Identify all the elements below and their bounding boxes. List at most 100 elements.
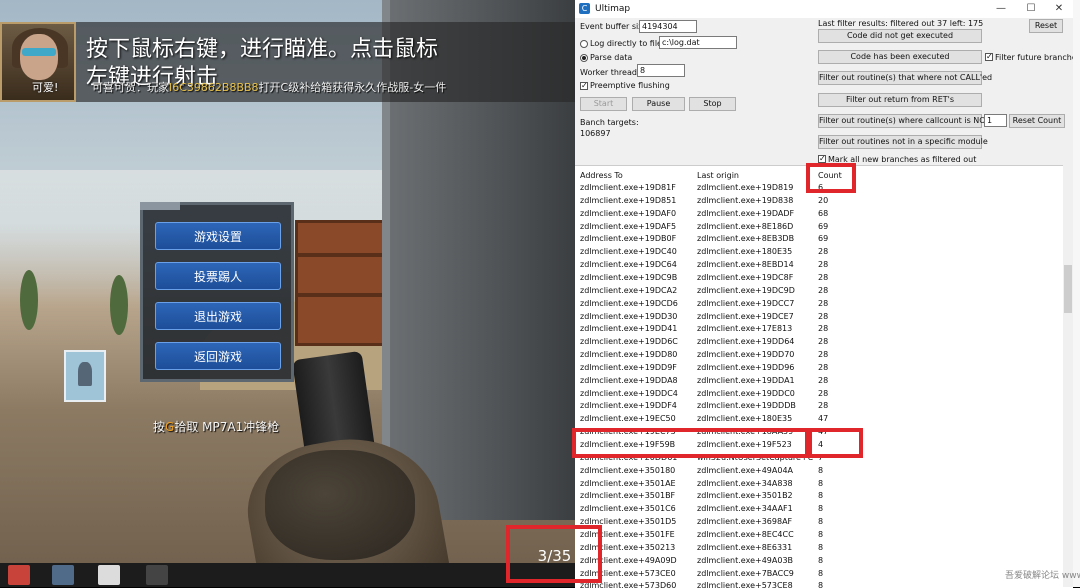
table-row[interactable]: zdlmclient.exe+573CE0 zdlmclient.exe+7BAC… xyxy=(575,568,1063,580)
worker-threads-field[interactable]: 8 xyxy=(637,64,685,77)
filter-callcount-button[interactable]: Filter out routine(s) where callcount is… xyxy=(818,114,990,128)
vote-kick-button[interactable]: 投票踢人 xyxy=(155,262,281,290)
vertical-scrollbar[interactable] xyxy=(1063,165,1073,587)
address-cell: zdlmclient.exe+19DC9B xyxy=(580,272,678,282)
address-cell: zdlmclient.exe+3501AE xyxy=(580,478,676,488)
table-row[interactable]: zdlmclient.exe+19DD80 zdlmclient.exe+19DD… xyxy=(575,349,1063,361)
filter-module-button[interactable]: Filter out routines not in a specific mo… xyxy=(818,135,988,149)
table-row[interactable]: zdlmclient.exe+19DCA2 zdlmclient.exe+19DC… xyxy=(575,285,1063,297)
table-row[interactable]: zdlmclient.exe+49A09D zdlmclient.exe+49A0… xyxy=(575,555,1063,567)
count-header-highlight xyxy=(806,163,856,193)
count-cell: 8 xyxy=(818,465,824,475)
minimize-button[interactable]: — xyxy=(991,2,1011,16)
preemptive-checkbox[interactable]: ✓ xyxy=(580,82,588,90)
table-row[interactable]: zdlmclient.exe+19DC64 zdlmclient.exe+8EBD… xyxy=(575,259,1063,271)
avatar-face xyxy=(20,34,58,80)
table-row[interactable]: zdlmclient.exe+19DDA8 zdlmclient.exe+19DD… xyxy=(575,375,1063,387)
address-cell: zdlmclient.exe+19DDC4 xyxy=(580,388,678,398)
table-row[interactable]: zdlmclient.exe+3501AE zdlmclient.exe+34A8… xyxy=(575,478,1063,490)
pause-button[interactable]: Pause xyxy=(632,97,685,111)
table-row[interactable]: zdlmclient.exe+19DB0F zdlmclient.exe+8EB3… xyxy=(575,233,1063,245)
table-row[interactable]: zdlmclient.exe+3501FE zdlmclient.exe+8EC4… xyxy=(575,529,1063,541)
maximize-button[interactable]: ☐ xyxy=(1021,2,1041,16)
count-cell: 28 xyxy=(818,272,829,282)
tree xyxy=(20,270,38,330)
filter-not-called-button[interactable]: Filter out routine(s) that where not CAL… xyxy=(818,71,992,85)
log-direct-radio[interactable] xyxy=(580,40,588,48)
table-row[interactable]: zdlmclient.exe+19DD9F zdlmclient.exe+19DD… xyxy=(575,362,1063,374)
taskbar-app-icon[interactable] xyxy=(52,565,74,585)
origin-cell: zdlmclient.exe+8EBD14 xyxy=(697,260,794,270)
address-cell: zdlmclient.exe+19EC50 xyxy=(580,414,676,424)
origin-cell: zdlmclient.exe+19DCE7 xyxy=(697,311,794,321)
count-cell: 8 xyxy=(818,568,824,578)
origin-cell: zdlmclient.exe+17E813 xyxy=(697,324,793,334)
origin-cell: zdlmclient.exe+19DDC0 xyxy=(697,388,795,398)
background-window-edge xyxy=(1073,0,1080,587)
table-row[interactable]: zdlmclient.exe+19DD41 zdlmclient.exe+17E8… xyxy=(575,323,1063,335)
count-cell: 28 xyxy=(818,260,829,270)
game-settings-button[interactable]: 游戏设置 xyxy=(155,222,281,250)
address-cell: zdlmclient.exe+19DD6C xyxy=(580,337,678,347)
exit-game-button[interactable]: 退出游戏 xyxy=(155,302,281,330)
origin-cell: zdlmclient.exe+19D838 xyxy=(697,195,794,205)
start-button[interactable]: Start xyxy=(580,97,627,111)
origin-cell: zdlmclient.exe+19DC8F xyxy=(697,272,794,282)
stop-button[interactable]: Stop xyxy=(689,97,736,111)
origin-cell: zdlmclient.exe+49A04A xyxy=(697,465,794,475)
parse-data-radio[interactable] xyxy=(580,54,588,62)
table-row[interactable]: zdlmclient.exe+19DAF0 zdlmclient.exe+19DA… xyxy=(575,208,1063,220)
event-buffer-field[interactable]: 4194304 xyxy=(639,20,697,33)
origin-cell: zdlmclient.exe+3698AF xyxy=(697,517,793,527)
address-cell: zdlmclient.exe+19DCD6 xyxy=(580,298,678,308)
return-game-button[interactable]: 返回游戏 xyxy=(155,342,281,370)
count-cell: 28 xyxy=(818,388,829,398)
close-button[interactable]: ✕ xyxy=(1049,2,1069,16)
table-row[interactable]: zdlmclient.exe+3501BF zdlmclient.exe+3501… xyxy=(575,490,1063,502)
pickup-suffix: 拾取 MP7A1冲锋枪 xyxy=(174,420,280,434)
reset-count-button[interactable]: Reset Count xyxy=(1009,114,1065,128)
table-row[interactable]: zdlmclient.exe+19D851 zdlmclient.exe+19D8… xyxy=(575,195,1063,207)
origin-cell: zdlmclient.exe+8E6331 xyxy=(697,542,793,552)
taskbar-app-icon[interactable] xyxy=(146,565,168,585)
count-cell: 28 xyxy=(818,285,829,295)
branch-list[interactable]: Address To Last origin Count zdlmclient.… xyxy=(575,165,1073,588)
origin-cell: zdlmclient.exe+34AAF1 xyxy=(697,504,793,514)
table-row[interactable]: zdlmclient.exe+350180 zdlmclient.exe+49A0… xyxy=(575,465,1063,477)
table-row[interactable]: zdlmclient.exe+19EC50 zdlmclient.exe+180E… xyxy=(575,413,1063,425)
origin-cell: zdlmclient.exe+3501B2 xyxy=(697,491,793,501)
table-row[interactable]: zdlmclient.exe+350213 zdlmclient.exe+8E63… xyxy=(575,542,1063,554)
table-row[interactable]: zdlmclient.exe+19DCD6 zdlmclient.exe+19DC… xyxy=(575,298,1063,310)
code-executed-button[interactable]: Code has been executed xyxy=(818,50,982,64)
taskbar-app-icon[interactable] xyxy=(8,565,30,585)
taskbar-app-icon[interactable] xyxy=(98,565,120,585)
filter-future-checkbox[interactable]: ✓ xyxy=(985,53,993,61)
table-row[interactable]: zdlmclient.exe+19DDF4 zdlmclient.exe+19DD… xyxy=(575,400,1063,412)
address-cell: zdlmclient.exe+19DAF5 xyxy=(580,221,677,231)
code-not-executed-button[interactable]: Code did not get executed xyxy=(818,29,982,43)
table-row[interactable]: zdlmclient.exe+19DD6C zdlmclient.exe+19DD… xyxy=(575,336,1063,348)
count-cell: 8 xyxy=(818,517,824,527)
filter-future-label: Filter future branches xyxy=(995,53,1080,62)
table-row[interactable]: zdlmclient.exe+19DAF5 zdlmclient.exe+8E18… xyxy=(575,221,1063,233)
filter-ret-button[interactable]: Filter out return from RET's xyxy=(818,93,982,107)
count-cell: 8 xyxy=(818,491,824,501)
table-row[interactable]: zdlmclient.exe+19DDC4 zdlmclient.exe+19DD… xyxy=(575,388,1063,400)
mark-filtered-checkbox[interactable]: ✓ xyxy=(818,155,826,163)
table-row[interactable]: zdlmclient.exe+19DD30 zdlmclient.exe+19DC… xyxy=(575,311,1063,323)
address-cell: zdlmclient.exe+19D851 xyxy=(580,195,677,205)
table-row[interactable]: zdlmclient.exe+3501D5 zdlmclient.exe+3698… xyxy=(575,516,1063,528)
scrollbar-thumb[interactable] xyxy=(1064,265,1072,313)
callcount-field[interactable]: 1 xyxy=(984,114,1007,127)
table-row[interactable]: zdlmclient.exe+3501C6 zdlmclient.exe+34AA… xyxy=(575,503,1063,515)
ammo-highlight xyxy=(506,525,602,583)
count-cell: 28 xyxy=(818,375,829,385)
table-row[interactable]: zdlmclient.exe+19DC9B zdlmclient.exe+19DC… xyxy=(575,272,1063,284)
column-header-address[interactable]: Address To xyxy=(580,171,623,180)
table-row[interactable]: zdlmclient.exe+19DC40 zdlmclient.exe+180E… xyxy=(575,246,1063,258)
reset-button[interactable]: Reset xyxy=(1029,19,1063,33)
count-cell: 69 xyxy=(818,234,829,244)
count-cell: 28 xyxy=(818,362,829,372)
column-header-origin[interactable]: Last origin xyxy=(697,171,739,180)
log-file-field[interactable]: c:\log.dat xyxy=(659,36,737,49)
